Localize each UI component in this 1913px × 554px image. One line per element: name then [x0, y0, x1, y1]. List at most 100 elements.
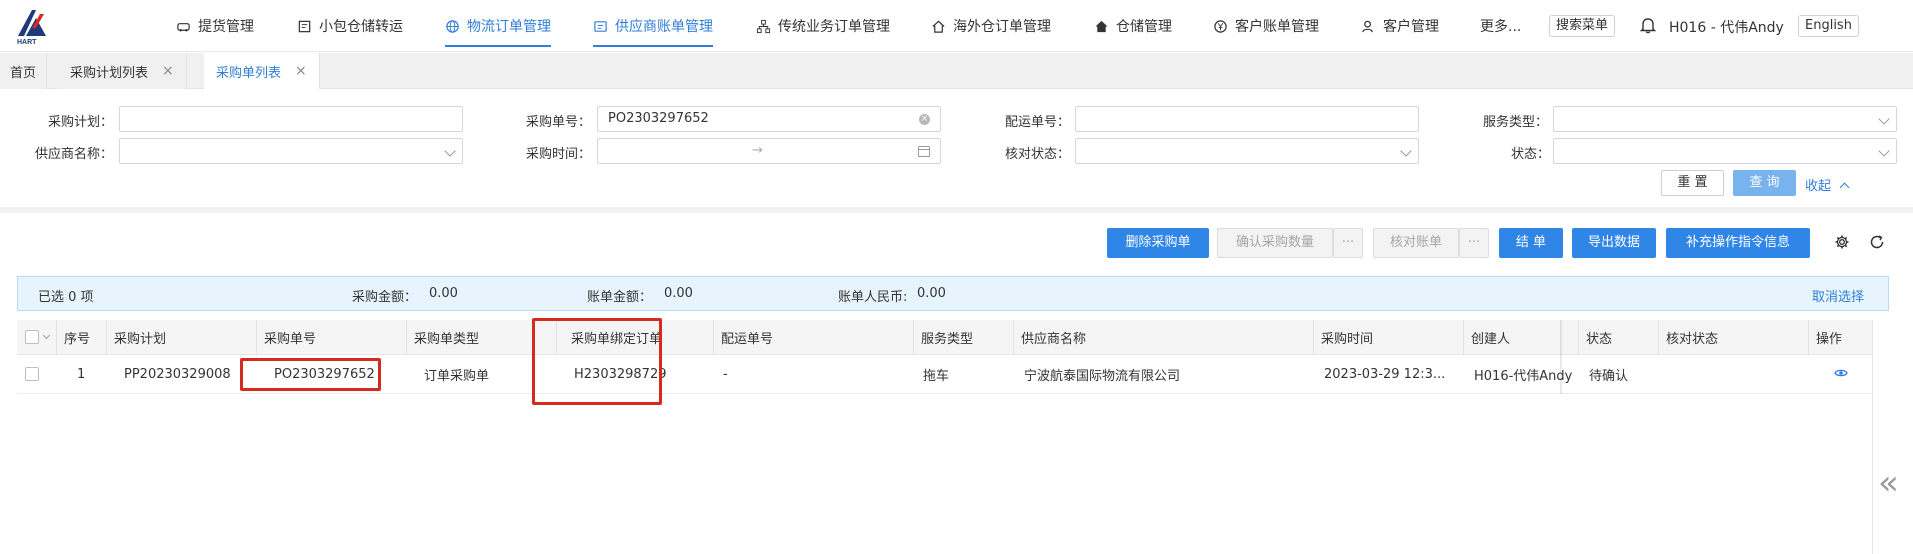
nav-warehouse-management[interactable]: 仓储管理: [1094, 0, 1172, 52]
user-name[interactable]: H016 - 代伟Andy: [1669, 17, 1784, 37]
language-switch-button[interactable]: English: [1798, 15, 1859, 37]
chevron-down-icon: [444, 145, 456, 157]
nav-more[interactable]: 更多...: [1480, 0, 1521, 52]
delivery-no-input[interactable]: [1075, 106, 1419, 132]
nav-logistics-orders[interactable]: 物流订单管理: [445, 0, 551, 52]
purchase-plan-label: 采购计划：: [48, 115, 114, 130]
check-status-label: 核对状态：: [1005, 147, 1071, 162]
col-supplier-name: 供应商名称: [1014, 320, 1314, 354]
logo-text: HART: [17, 39, 37, 46]
nav-parcel-transfer[interactable]: 小包仓储转运: [297, 0, 403, 52]
col-check-status: 核对状态: [1659, 320, 1809, 354]
company-logo[interactable]: HART: [14, 6, 58, 46]
chevron-up-icon: [1839, 182, 1850, 193]
nav-label: 传统业务订单管理: [778, 19, 890, 35]
nav-label: 供应商账单管理: [615, 19, 713, 35]
top-navbar: HART 提货管理 小包仓储转运 物流订单管理 供应商账单管理 传统业务订单管理…: [0, 0, 1913, 52]
tab-purchase-order-list[interactable]: 采购单列表 ×: [204, 53, 320, 89]
nav-label: 客户账单管理: [1235, 19, 1319, 35]
bill-amount-label: 账单金额：: [587, 290, 653, 305]
collapse-filters-link[interactable]: 收起: [1805, 175, 1850, 194]
cell-purchase-plan: PP20230329008: [124, 366, 231, 382]
search-menu-button[interactable]: 搜索菜单: [1549, 15, 1616, 37]
col-purchase-time: 采购时间: [1314, 320, 1464, 354]
cell-check-status: [1659, 355, 1809, 393]
cell-supplier-name: 宁波航泰国际物流有限公司: [1024, 368, 1181, 384]
check-bill-button[interactable]: 核对账单: [1373, 228, 1459, 258]
table-header: 序号 采购计划 采购单号 采购单类型 采购单绑定订单 配运单号 服务类型 供应商…: [17, 320, 1872, 355]
delivery-no-label: 配运单号：: [1005, 115, 1071, 130]
refresh-icon[interactable]: [1869, 234, 1885, 254]
confirm-purchase-qty-button[interactable]: 确认采购数量: [1217, 228, 1333, 258]
box-icon: [298, 20, 311, 32]
bill-amount-value: 0.00: [664, 286, 693, 301]
nav-supplier-bills[interactable]: 供应商账单管理: [593, 0, 713, 52]
double-chevron-left-icon[interactable]: «: [1878, 463, 1899, 503]
nav-customer-bills[interactable]: 客户账单管理: [1213, 0, 1319, 52]
selected-count: 已选 0 项: [38, 290, 94, 305]
settings-gear-icon[interactable]: [1834, 234, 1850, 254]
chevron-down-icon: [1878, 113, 1890, 125]
confirm-qty-more-button[interactable]: ···: [1333, 228, 1363, 258]
section-divider: [0, 207, 1913, 213]
eye-icon[interactable]: [1833, 367, 1848, 382]
tab-home[interactable]: 首页: [0, 53, 48, 89]
collapse-label: 收起: [1805, 179, 1832, 194]
cancel-selection-link[interactable]: 取消选择: [1812, 286, 1864, 305]
delete-purchase-order-button[interactable]: 删除采购单: [1107, 228, 1209, 258]
settle-button[interactable]: 结 单: [1499, 228, 1563, 258]
col-purchase-plan: 采购计划: [107, 320, 257, 354]
nav-label: 物流订单管理: [467, 19, 551, 35]
chevron-down-icon: [1878, 145, 1890, 157]
col-purchase-no: 采购单号: [257, 320, 407, 354]
status-select[interactable]: [1553, 138, 1897, 164]
purchase-time-range-picker[interactable]: →: [597, 138, 941, 164]
supplier-name-label: 供应商名称：: [35, 147, 114, 162]
clear-icon[interactable]: ×: [919, 114, 930, 125]
highlight-bound-order: [532, 318, 662, 405]
purchase-plan-input[interactable]: [119, 106, 463, 132]
purchase-no-input[interactable]: PO2303297652 ×: [597, 106, 941, 132]
row-checkbox[interactable]: [25, 367, 39, 381]
check-status-select[interactable]: [1075, 138, 1419, 164]
select-all-checkbox[interactable]: [25, 330, 39, 344]
selection-summary-bar: 已选 0 项 采购金额： 0.00 账单金额： 0.00 账单人民币: 0.00…: [17, 276, 1889, 311]
bill-rmb-label: 账单人民币:: [838, 290, 908, 305]
chevron-down-icon: [1400, 145, 1412, 157]
nav-label: 仓储管理: [1116, 19, 1172, 35]
col-status: 状态: [1579, 320, 1659, 354]
purchase-no-label: 采购单号：: [526, 115, 592, 130]
nav-label: 海外仓订单管理: [953, 19, 1051, 35]
nav-pickup-management[interactable]: 提货管理: [176, 0, 254, 52]
house-filled-icon: [1095, 20, 1108, 32]
supplement-instruction-button[interactable]: 补充操作指令信息: [1666, 228, 1810, 258]
nav-label: 提货管理: [198, 19, 254, 35]
supplier-name-select[interactable]: [119, 138, 463, 164]
home-icon: [932, 20, 945, 33]
check-bill-more-button[interactable]: ···: [1459, 228, 1489, 258]
nav-customer-management[interactable]: 客户管理: [1361, 0, 1439, 52]
query-button[interactable]: 查 询: [1733, 170, 1796, 196]
reset-button[interactable]: 重 置: [1661, 170, 1724, 196]
org-icon: [756, 19, 771, 33]
row-select-cell: [17, 355, 57, 393]
select-all-cell: [17, 320, 57, 354]
chevron-down-icon[interactable]: [42, 331, 51, 339]
service-type-select[interactable]: [1553, 106, 1897, 132]
col-index: 序号: [57, 320, 107, 354]
bill-rmb-value: 0.00: [917, 286, 946, 301]
status-label: 状态：: [1511, 147, 1551, 162]
car-icon: [177, 22, 190, 31]
col-delivery-no: 配运单号: [714, 320, 914, 354]
export-data-button[interactable]: 导出数据: [1572, 228, 1656, 258]
bell-icon[interactable]: [1639, 16, 1657, 38]
tab-purchase-plan-list[interactable]: 采购计划列表 ×: [58, 53, 187, 89]
close-icon[interactable]: ×: [295, 63, 307, 79]
purchase-no-value: PO2303297652: [608, 111, 709, 126]
nav-overseas-warehouse-orders[interactable]: 海外仓订单管理: [931, 0, 1051, 52]
nav-traditional-orders[interactable]: 传统业务订单管理: [756, 0, 890, 52]
range-separator: →: [752, 143, 763, 158]
close-icon[interactable]: ×: [162, 63, 174, 79]
fixed-column-shadow: [1560, 320, 1563, 394]
page-tabs-bar: 首页 采购计划列表 × 采购单列表 ×: [0, 53, 1913, 89]
